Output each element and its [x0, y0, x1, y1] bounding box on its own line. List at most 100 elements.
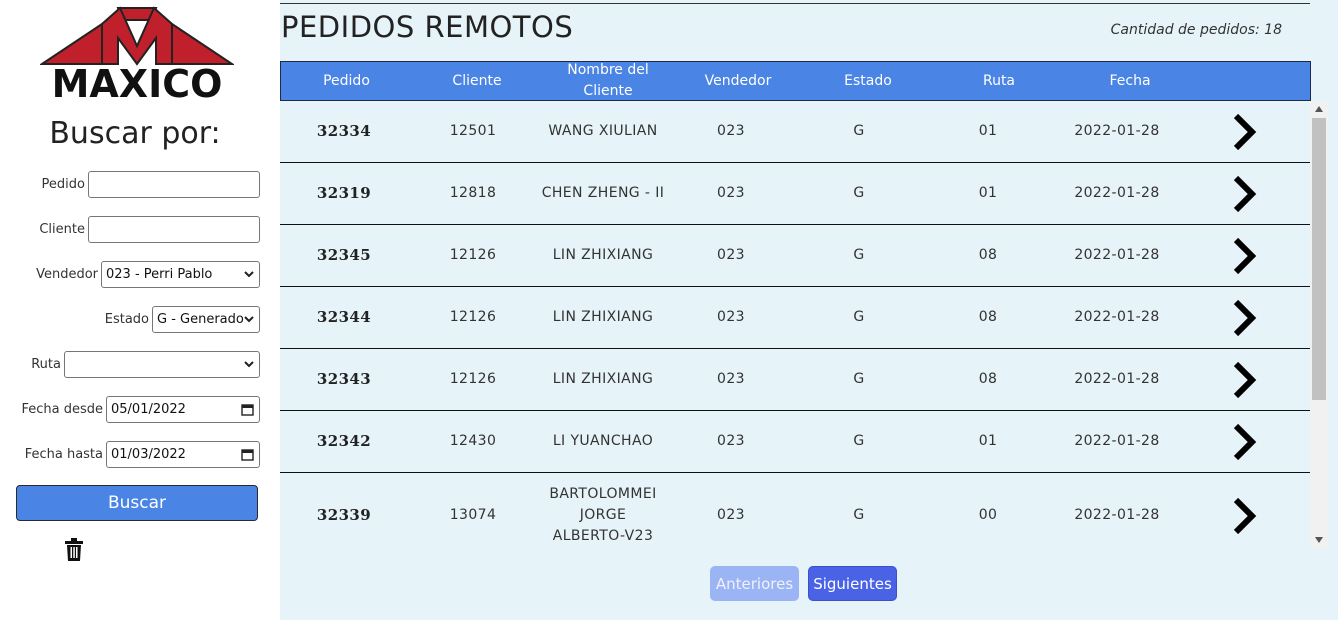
orders-table-body: 32334 12501 WANG XIULIAN 023 G 01 2022-0…	[280, 101, 1310, 548]
logo-text: MAXICO	[51, 62, 223, 106]
cell-fecha: 2022-01-28	[1074, 507, 1160, 523]
cell-ruta: 01	[978, 123, 998, 139]
fecha-hasta-value: 01/03/2022	[111, 446, 186, 462]
table-row[interactable]: 32344 12126 LIN ZHIXIANG 023 G 08 2022-0…	[280, 287, 1310, 349]
chevron-right-icon[interactable]	[1230, 496, 1260, 536]
cliente-label: Cliente	[39, 221, 85, 237]
cell-nombre: WANG XIULIAN	[548, 123, 658, 139]
column-header-fecha: Fecha	[1109, 72, 1151, 89]
fecha-desde-value: 05/01/2022	[111, 401, 186, 417]
column-header-estado: Estado	[844, 72, 892, 89]
cell-nombre: LIN ZHIXIANG	[552, 247, 654, 263]
estado-label: Estado	[104, 311, 149, 327]
calendar-icon[interactable]	[241, 403, 254, 416]
cell-ruta: 08	[978, 247, 998, 263]
search-title: Buscar por:	[49, 116, 221, 151]
cell-cliente: 12501	[449, 123, 497, 139]
cell-vendedor: 023	[717, 247, 745, 263]
cell-nombre: CHEN ZHENG - II	[541, 185, 665, 201]
fecha-desde-label: Fecha desde	[21, 401, 103, 417]
cell-ruta: 01	[978, 185, 998, 201]
cell-vendedor: 023	[717, 123, 745, 139]
chevron-down-icon	[244, 270, 254, 277]
table-scrollbar[interactable]	[1310, 101, 1328, 548]
pedido-row: Pedido	[0, 170, 260, 198]
pedido-label: Pedido	[41, 176, 85, 192]
cell-nombre: LI YUANCHAO	[552, 433, 654, 449]
table-row[interactable]: 32334 12501 WANG XIULIAN 023 G 01 2022-0…	[280, 101, 1310, 163]
cell-estado: G	[853, 247, 865, 263]
cliente-input[interactable]	[88, 215, 260, 243]
cell-fecha: 2022-01-28	[1074, 247, 1160, 263]
trash-icon[interactable]	[64, 538, 84, 562]
vendedor-select-value: 023 - Perri Pablo	[106, 266, 213, 282]
column-header-nombre: Nombre del Cliente	[567, 62, 649, 99]
cell-fecha: 2022-01-28	[1074, 185, 1160, 201]
cell-cliente: 13074	[449, 507, 497, 523]
cell-cliente: 12126	[449, 247, 497, 263]
table-row[interactable]: 32339 13074 BARTOLOMMEI JORGE ALBERTO-V2…	[280, 473, 1310, 548]
fecha-hasta-label: Fecha hasta	[24, 446, 103, 462]
cell-cliente: 12430	[449, 433, 497, 449]
estado-select[interactable]: G - Generado	[152, 305, 260, 333]
prev-page-button[interactable]: Anteriores	[710, 566, 799, 601]
cell-estado: G	[853, 433, 865, 449]
cell-estado: G	[853, 123, 865, 139]
cell-fecha: 2022-01-28	[1074, 309, 1160, 325]
cell-pedido: 32339	[316, 506, 372, 524]
fecha-hasta-input[interactable]: 01/03/2022	[106, 440, 260, 468]
cell-cliente: 12126	[449, 309, 497, 325]
search-button[interactable]: Buscar	[16, 485, 258, 521]
column-header-cliente: Cliente	[452, 72, 502, 89]
chevron-right-icon[interactable]	[1230, 360, 1260, 400]
top-divider	[280, 3, 1310, 4]
order-count: Cantidad de pedidos: 18	[1110, 22, 1282, 38]
chevron-right-icon[interactable]	[1230, 422, 1260, 462]
ruta-select[interactable]	[64, 350, 260, 378]
cell-cliente: 12818	[449, 185, 497, 201]
cell-pedido: 32345	[316, 246, 372, 264]
cell-vendedor: 023	[717, 507, 745, 523]
estado-row: Estado G - Generado	[0, 305, 260, 333]
table-header: Pedido Cliente Nombre del Cliente Vended…	[280, 61, 1311, 101]
cell-cliente: 12126	[449, 371, 497, 387]
table-row[interactable]: 32345 12126 LIN ZHIXIANG 023 G 08 2022-0…	[280, 225, 1310, 287]
column-header-ruta: Ruta	[982, 72, 1016, 89]
chevron-right-icon[interactable]	[1230, 298, 1260, 338]
fecha-hasta-row: Fecha hasta 01/03/2022	[0, 440, 260, 468]
cell-pedido: 32342	[316, 432, 372, 450]
cell-vendedor: 023	[717, 433, 745, 449]
cell-nombre: LIN ZHIXIANG	[552, 309, 654, 325]
ruta-row: Ruta	[0, 350, 260, 378]
cell-vendedor: 023	[717, 371, 745, 387]
scroll-down-icon[interactable]	[1314, 536, 1324, 544]
vendedor-select[interactable]: 023 - Perri Pablo	[101, 260, 260, 288]
cell-fecha: 2022-01-28	[1074, 123, 1160, 139]
scroll-thumb[interactable]	[1312, 118, 1326, 400]
cell-fecha: 2022-01-28	[1074, 433, 1160, 449]
cell-pedido: 32334	[316, 122, 372, 140]
chevron-right-icon[interactable]	[1230, 174, 1260, 214]
vendedor-row: Vendedor 023 - Perri Pablo	[0, 260, 260, 288]
chevron-right-icon[interactable]	[1230, 236, 1260, 276]
cell-ruta: 08	[978, 309, 998, 325]
cell-ruta: 00	[978, 507, 998, 523]
table-row[interactable]: 32319 12818 CHEN ZHENG - II 023 G 01 202…	[280, 163, 1310, 225]
chevron-right-icon[interactable]	[1230, 112, 1260, 152]
cell-ruta: 01	[978, 433, 998, 449]
next-page-button[interactable]: Siguientes	[808, 566, 897, 601]
fecha-desde-row: Fecha desde 05/01/2022	[0, 395, 260, 423]
estado-select-value: G - Generado	[157, 311, 244, 327]
cell-ruta: 08	[978, 371, 998, 387]
column-header-vendedor: Vendedor	[704, 72, 772, 89]
cell-vendedor: 023	[717, 309, 745, 325]
fecha-desde-input[interactable]: 05/01/2022	[106, 395, 260, 423]
chevron-down-icon	[244, 315, 254, 322]
calendar-icon[interactable]	[241, 448, 254, 461]
pedido-input[interactable]	[88, 170, 260, 198]
cell-nombre: LIN ZHIXIANG	[552, 371, 654, 387]
cell-fecha: 2022-01-28	[1074, 371, 1160, 387]
table-row[interactable]: 32342 12430 LI YUANCHAO 023 G 01 2022-01…	[280, 411, 1310, 473]
scroll-up-icon[interactable]	[1314, 105, 1324, 113]
table-row[interactable]: 32343 12126 LIN ZHIXIANG 023 G 08 2022-0…	[280, 349, 1310, 411]
